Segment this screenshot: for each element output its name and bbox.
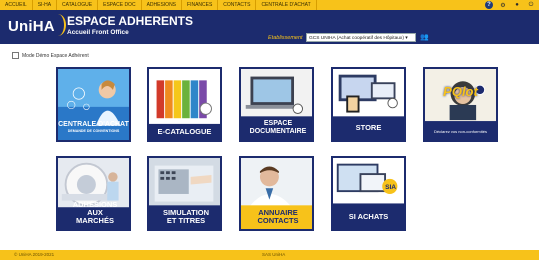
- tile-label: SI ACHATS: [348, 212, 389, 221]
- tile-annuaire-contacts[interactable]: ANNUAIRE CONTACTS: [239, 156, 314, 231]
- footer-copyright: © UniHA 2019-2021: [14, 252, 55, 257]
- help-icon[interactable]: ?: [485, 1, 493, 9]
- tile-pqlot[interactable]: PQlot Déclarez vos non-conformités: [423, 67, 498, 142]
- nav-item-contacts[interactable]: CONTACTS: [218, 0, 257, 10]
- tile-adhesions[interactable]: ADHÉSIONS AUX MARCHÉS: [56, 156, 131, 231]
- gear-icon[interactable]: ⚙: [499, 1, 507, 9]
- demo-mode-label: Mode Démo Espace Adhérent: [22, 52, 89, 59]
- tile-e-catalogue[interactable]: E-CATALOGUE: [147, 67, 222, 142]
- tile-simulation[interactable]: SIMULATION ET TITRES: [147, 156, 222, 231]
- nav-item-centrale-achat[interactable]: CENTRALE D'ACHAT: [256, 0, 317, 10]
- nav-item-si-ha[interactable]: SI-HA: [33, 0, 58, 10]
- footer-company: SAS UniHA: [262, 252, 286, 257]
- tile-label: STORE: [355, 123, 382, 132]
- footer-bar: © UniHA 2019-2021 SAS UniHA: [0, 250, 539, 260]
- page-title: ESPACE ADHERENTS: [67, 14, 194, 28]
- etablissement-people-icon[interactable]: 👥: [420, 33, 430, 42]
- top-navigation: ACCUEIL SI-HA CATALOGUE ESPACE DOC ADHES…: [0, 0, 539, 10]
- tile-sublabel: Déclarez vos non-conformités: [434, 129, 487, 134]
- tile-sublabel: DEMANDE DE CONVENTIONS: [67, 129, 120, 133]
- tile-centrale-achat[interactable]: CENTRALE D'ACHAT DEMANDE DE CONVENTIONS: [56, 67, 131, 142]
- user-icon[interactable]: ●: [513, 1, 521, 9]
- nav-item-adhesions[interactable]: ADHESIONS: [142, 0, 183, 10]
- page-subtitle: Accueil Front Office: [67, 29, 129, 36]
- tile-label: PQlot: [443, 84, 478, 99]
- tile-label: ANNUAIRE CONTACTS: [257, 208, 299, 225]
- nav-item-accueil[interactable]: ACCUEIL: [0, 0, 33, 10]
- nav-item-catalogue[interactable]: CATALOGUE: [57, 0, 99, 10]
- nav-item-espace-doc[interactable]: ESPACE DOC: [98, 0, 142, 10]
- uniha-logo[interactable]: UniHA: [8, 18, 55, 35]
- etablissement-label: Etablissement: [268, 35, 303, 41]
- header-bar: UniHA ESPACE ADHERENTS Accueil Front Off…: [0, 10, 539, 44]
- logo-swoosh-icon: [50, 14, 66, 36]
- tile-label: E-CATALOGUE: [157, 127, 212, 136]
- demo-mode-checkbox[interactable]: [12, 52, 19, 59]
- svg-text:SIA: SIA: [385, 184, 396, 191]
- tile-label: SIMULATION ET TITRES: [162, 208, 210, 225]
- tile-espace-documentaire[interactable]: ESPACE DOCUMENTAIRE: [239, 67, 314, 142]
- tile-label: CENTRALE D'ACHAT DEMANDE DE CONVENTIONS: [58, 121, 129, 133]
- etablissement-select[interactable]: GCS UNIHA (Achat coopératif des Hôpitaux…: [306, 33, 416, 42]
- power-icon[interactable]: ⏻: [527, 1, 535, 9]
- tile-label: ESPACE DOCUMENTAIRE: [249, 120, 307, 135]
- tile-label: ADHÉSIONS AUX MARCHÉS: [72, 200, 118, 225]
- nav-item-finances[interactable]: FINANCES: [182, 0, 219, 10]
- demo-mode-toggle[interactable]: Mode Démo Espace Adhérent: [12, 52, 89, 59]
- tile-si-achats[interactable]: SIA SI ACHATS: [331, 156, 406, 231]
- tile-store[interactable]: STORE: [331, 67, 406, 142]
